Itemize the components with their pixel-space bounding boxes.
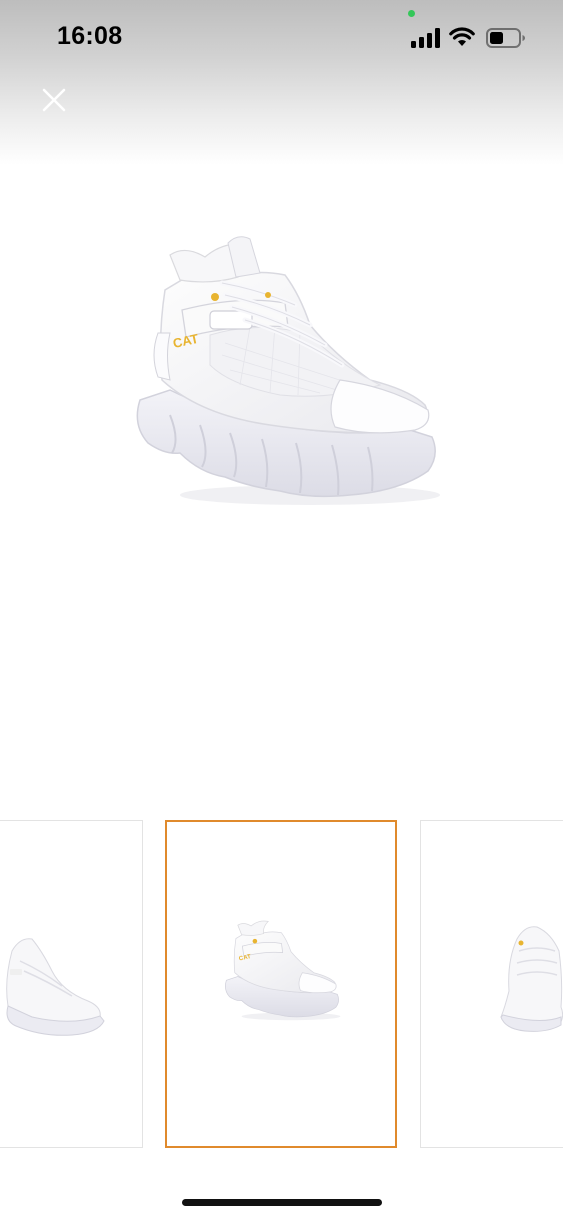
status-bar: 16:08 (0, 0, 563, 70)
sneaker-front-three-quarter-thumbnail: CAT (225, 920, 341, 1021)
product-main-image[interactable]: CAT (110, 215, 460, 525)
thumbnail-3[interactable] (420, 820, 563, 1148)
home-indicator[interactable] (182, 1199, 382, 1206)
product-image-viewer: 16:08 CAT CAT (0, 0, 563, 1219)
sneaker-rear-view-thumbnail (500, 926, 563, 1032)
status-time: 16:08 (57, 22, 123, 50)
sneaker-side-view-thumbnail (6, 938, 105, 1036)
privacy-indicator-dot (408, 10, 415, 17)
thumbnail-1[interactable] (0, 820, 143, 1148)
battery-icon (486, 28, 525, 48)
thumbnail-2-selected[interactable]: CAT (165, 820, 397, 1148)
cellular-signal-icon (411, 28, 440, 48)
close-icon (42, 88, 66, 112)
close-button[interactable] (36, 82, 72, 118)
wifi-icon (449, 27, 475, 46)
